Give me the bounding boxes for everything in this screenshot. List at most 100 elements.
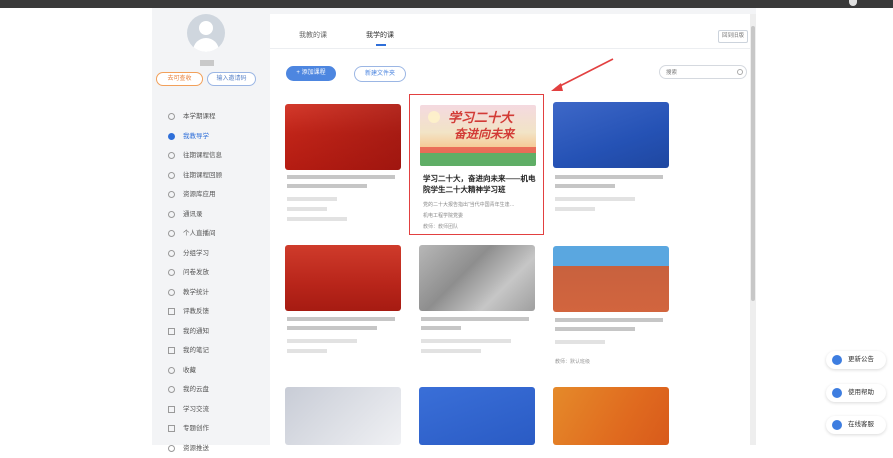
course-title-blurred	[421, 326, 461, 330]
sun-shape	[428, 111, 440, 123]
bell-icon	[168, 328, 175, 335]
sidebar-item-past-info[interactable]: 往期课程信息	[152, 146, 265, 166]
add-course-button[interactable]: + 添加课程	[286, 66, 336, 81]
course-thumbnail[interactable]	[419, 245, 535, 311]
sidebar-item-contacts[interactable]: 通讯录	[152, 205, 265, 225]
circle-icon	[168, 191, 175, 198]
tab-learning[interactable]: 我学的课	[366, 30, 394, 40]
edit-profile-button[interactable]: 去可查收	[156, 72, 203, 86]
scrollbar-thumb[interactable]	[751, 26, 755, 301]
course-title-blurred	[287, 184, 367, 188]
sidebar-item-my-learning[interactable]: 我教导学	[152, 127, 265, 147]
sidebar-item-feedback[interactable]: 评教反馈	[152, 302, 265, 322]
people-icon	[168, 211, 175, 218]
circle-icon	[168, 172, 175, 179]
sidebar-item-label: 资源库应用	[183, 185, 216, 205]
page-margin-left	[0, 8, 152, 445]
sidebar-item-resources[interactable]: 资源库应用	[152, 185, 265, 205]
course-org-blurred	[287, 349, 327, 353]
course-thumbnail[interactable]	[553, 102, 669, 168]
course-title-blurred	[287, 175, 395, 179]
sidebar-item-label: 学习交流	[183, 400, 209, 420]
highlighted-course-card[interactable]: 学习二十大 奋进向未来 学习二十大，奋进向未来——机电院学生二十大精神学习班 党…	[409, 94, 544, 235]
sidebar-item-this-term[interactable]: 本学期课程	[152, 107, 265, 127]
circle-icon	[168, 289, 175, 296]
sidebar-item-notes[interactable]: 我的笔记	[152, 341, 265, 361]
course-desc-blurred	[287, 339, 357, 343]
course-org-blurred	[421, 349, 481, 353]
course-thumbnail[interactable]	[553, 387, 669, 445]
hills-shape	[420, 153, 536, 166]
sidebar-nav: 本学期课程 我教导学 往期课程信息 往期课程回顾 资源库应用 通讯录 个人直播间…	[152, 107, 265, 458]
heart-icon	[168, 367, 175, 374]
course-title[interactable]: 学习二十大，奋进向未来——机电院学生二十大精神学习班	[423, 173, 541, 195]
back-to-old-version-button[interactable]: 回到旧版	[718, 30, 748, 43]
sidebar-item-past-review[interactable]: 往期课程回顾	[152, 166, 265, 186]
sidebar-item-label: 分组学习	[183, 244, 209, 264]
search-box	[659, 65, 747, 79]
announcement-icon	[832, 355, 842, 365]
course-thumbnail[interactable]	[285, 245, 401, 311]
tab-teaching[interactable]: 我教的课	[299, 30, 327, 40]
browser-top-bar	[0, 0, 893, 8]
circle-icon	[168, 113, 175, 120]
sidebar-item-label: 往期课程信息	[183, 146, 222, 166]
sidebar-item-group-study[interactable]: 分组学习	[152, 244, 265, 264]
course-thumbnail[interactable]	[285, 104, 401, 170]
sidebar-item-label: 我的通知	[183, 322, 209, 342]
sidebar-item-live-room[interactable]: 个人直播间	[152, 224, 265, 244]
sidebar-item-survey[interactable]: 问卷发放	[152, 263, 265, 283]
course-team-blurred	[287, 217, 347, 221]
circle-icon	[168, 230, 175, 237]
course-thumbnail[interactable]: 学习二十大 奋进向未来	[420, 105, 536, 166]
course-thumbnail[interactable]	[419, 387, 535, 445]
image-heading: 奋进向未来	[454, 127, 514, 141]
course-title-blurred	[287, 326, 377, 330]
sidebar-item-topics[interactable]: 专题创作	[152, 419, 265, 439]
course-desc-blurred	[421, 339, 511, 343]
course-thumbnail[interactable]	[553, 246, 669, 312]
sidebar-item-label: 我教导学	[183, 127, 209, 147]
sidebar-item-label: 通讯录	[183, 205, 203, 225]
help-icon	[832, 388, 842, 398]
sidebar-item-push[interactable]: 资源推送	[152, 439, 265, 458]
update-notice-button[interactable]: 更新公告	[826, 351, 886, 369]
course-organization: 机电工程学院党委	[423, 212, 463, 219]
sidebar-item-label: 往期课程回顾	[183, 166, 222, 186]
update-notice-label: 更新公告	[848, 351, 874, 369]
course-title-blurred	[555, 175, 663, 179]
course-org-blurred	[555, 207, 595, 211]
help-button[interactable]: 使用帮助	[826, 384, 886, 402]
sidebar-item-favorites[interactable]: 收藏	[152, 361, 265, 381]
scrollbar[interactable]	[750, 14, 756, 445]
invite-code-button[interactable]: 输入邀请码	[207, 72, 256, 86]
course-title-blurred	[287, 317, 395, 321]
sidebar-item-statistics[interactable]: 教学统计	[152, 283, 265, 303]
course-team: 教师：教师团队	[423, 223, 458, 230]
sidebar-item-label: 我的云盘	[183, 380, 209, 400]
sidebar-item-notices[interactable]: 我的通知	[152, 322, 265, 342]
user-menu-icon[interactable]	[849, 0, 857, 6]
course-desc-blurred	[555, 340, 605, 344]
note-icon	[168, 347, 175, 354]
avatar-head-shape	[199, 21, 213, 35]
new-folder-button[interactable]: 新建文件夹	[354, 66, 406, 82]
search-icon[interactable]	[737, 69, 743, 75]
circle-icon	[168, 133, 175, 140]
online-service-label: 在线客服	[848, 416, 874, 434]
sidebar-item-exchange[interactable]: 学习交流	[152, 400, 265, 420]
avatar[interactable]	[187, 14, 225, 52]
course-org-blurred	[287, 207, 327, 211]
username-blurred	[200, 60, 214, 66]
online-service-button[interactable]: 在线客服	[826, 416, 886, 434]
active-tab-indicator	[376, 44, 386, 46]
circle-icon	[168, 152, 175, 159]
search-input[interactable]	[666, 68, 726, 77]
course-description: 党的二十大报告指出“当代中国青年生逢…	[423, 201, 541, 208]
sidebar: 去可查收 输入邀请码 本学期课程 我教导学 往期课程信息 往期课程回顾 资源库应…	[152, 8, 265, 445]
service-icon	[832, 420, 842, 430]
sidebar-item-label: 教学统计	[183, 283, 209, 303]
course-thumbnail[interactable]	[285, 387, 401, 445]
course-title-blurred	[555, 327, 635, 331]
sidebar-item-cloud[interactable]: 我的云盘	[152, 380, 265, 400]
